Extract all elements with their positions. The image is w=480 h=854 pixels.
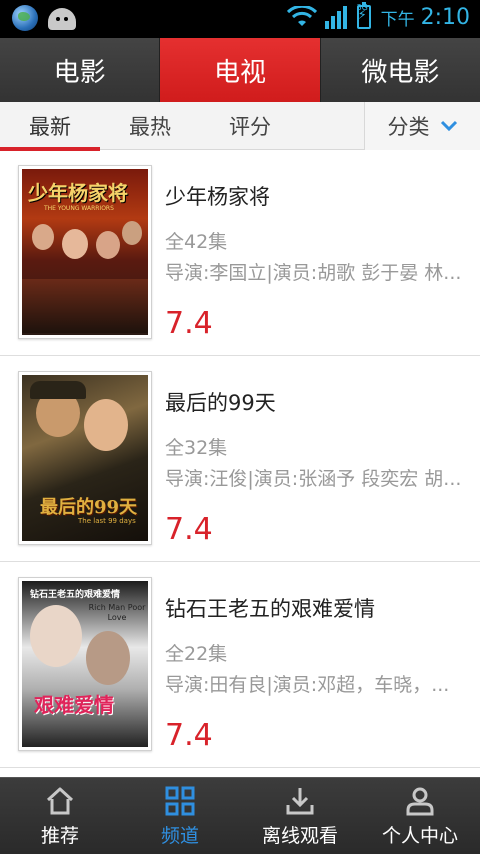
poster-figure bbox=[86, 631, 130, 685]
poster-figure bbox=[96, 231, 120, 259]
poster-figure bbox=[32, 224, 54, 250]
grid-icon bbox=[165, 786, 195, 815]
android-icon bbox=[48, 8, 76, 30]
poster-figure bbox=[62, 229, 88, 259]
chevron-down-icon bbox=[440, 120, 457, 132]
poster-armies bbox=[22, 279, 148, 333]
show-title[interactable]: 钻石王老五的艰难爱情 bbox=[165, 593, 375, 623]
poster-figure bbox=[30, 605, 82, 667]
signal-icon bbox=[324, 6, 347, 29]
status-bar: 3G 下午 2:10 bbox=[0, 0, 480, 38]
globe-icon bbox=[12, 5, 38, 31]
episode-count: 全22集 bbox=[165, 643, 228, 665]
poster-cap bbox=[30, 381, 86, 399]
rating-score: 7.4 bbox=[165, 718, 213, 753]
poster-image: 钻石王老五的艰难爱情 Rich Man Poor Love 艰难爱情 bbox=[18, 577, 152, 751]
rating-score: 7.4 bbox=[165, 512, 213, 547]
poster-title: 少年杨家将 bbox=[28, 181, 128, 205]
signal-group: 3G bbox=[323, 4, 368, 30]
list-item[interactable]: 最后的99天 The last 99 days 最后的99天 全32集 导演:汪… bbox=[0, 357, 480, 562]
nav-label: 推荐 bbox=[40, 824, 79, 847]
rating-score: 7.4 bbox=[165, 306, 213, 341]
poster-tagline: Rich Man Poor Love bbox=[88, 603, 146, 622]
list-item[interactable]: 少年杨家将 THE YOUNG WARRIORS 少年杨家将 全42集 导演:李… bbox=[0, 151, 480, 356]
credits: 导演:李国立|演员:胡歌 彭于晏 林... bbox=[165, 262, 462, 284]
show-title[interactable]: 少年杨家将 bbox=[165, 181, 270, 211]
top-tab-bar: 电影 电视 微电影 bbox=[0, 38, 480, 102]
download-icon bbox=[286, 787, 314, 814]
battery-charging-icon bbox=[356, 2, 371, 29]
tab-movie[interactable]: 电影 bbox=[0, 38, 161, 102]
sort-tab-latest[interactable]: 最新 bbox=[0, 102, 100, 151]
poster-title: 最后的99天 bbox=[40, 497, 138, 518]
episode-count: 全42集 bbox=[165, 231, 228, 253]
poster-figure bbox=[122, 221, 142, 245]
show-title[interactable]: 最后的99天 bbox=[165, 387, 276, 417]
sort-tab-bar: 最新 最热 评分 分类 bbox=[0, 102, 480, 151]
home-icon bbox=[46, 787, 74, 814]
poster-title: 艰难爱情 bbox=[34, 693, 114, 717]
nav-recommend[interactable]: 推荐 bbox=[0, 778, 120, 854]
notification-icons bbox=[12, 5, 76, 31]
credits: 导演:汪俊|演员:张涵予 段奕宏 胡... bbox=[165, 468, 462, 490]
nav-profile[interactable]: 个人中心 bbox=[360, 778, 480, 854]
poster-image: 最后的99天 The last 99 days bbox=[18, 371, 152, 545]
wifi-icon bbox=[286, 6, 317, 26]
tab-tv[interactable]: 电视 bbox=[160, 38, 321, 102]
person-icon bbox=[406, 787, 434, 815]
poster-figure bbox=[84, 399, 128, 451]
tab-micro-film[interactable]: 微电影 bbox=[320, 38, 480, 102]
list-item[interactable]: 钻石王老五的艰难爱情 Rich Man Poor Love 艰难爱情 钻石王老五… bbox=[0, 563, 480, 768]
poster-subtitle: 钻石王老五的艰难爱情 bbox=[30, 590, 121, 600]
nav-label: 频道 bbox=[160, 824, 199, 847]
nav-label: 个人中心 bbox=[381, 824, 458, 847]
poster-image: 少年杨家将 THE YOUNG WARRIORS bbox=[18, 165, 152, 339]
category-filter-button[interactable]: 分类 bbox=[364, 102, 480, 150]
episode-count: 全32集 bbox=[165, 437, 228, 459]
nav-offline[interactable]: 离线观看 bbox=[240, 778, 360, 854]
credits: 导演:田有良|演员:邓超，车晓，... bbox=[165, 674, 450, 696]
nav-channel[interactable]: 频道 bbox=[120, 778, 240, 854]
system-icons: 3G 下午 2:10 bbox=[286, 2, 470, 30]
bottom-nav: 推荐 频道 离线观看 个人中心 bbox=[0, 777, 480, 854]
clock-ampm: 下午 bbox=[380, 9, 415, 30]
sort-tab-hottest[interactable]: 最热 bbox=[100, 102, 200, 150]
show-list[interactable]: 少年杨家将 THE YOUNG WARRIORS 少年杨家将 全42集 导演:李… bbox=[0, 151, 480, 776]
category-filter-label: 分类 bbox=[387, 115, 430, 139]
sort-tab-rating[interactable]: 评分 bbox=[200, 102, 300, 150]
poster-subtitle: The last 99 days bbox=[78, 517, 136, 525]
clock-time: 2:10 bbox=[420, 4, 470, 30]
nav-label: 离线观看 bbox=[261, 824, 338, 847]
poster-subtitle: THE YOUNG WARRIORS bbox=[44, 205, 114, 212]
